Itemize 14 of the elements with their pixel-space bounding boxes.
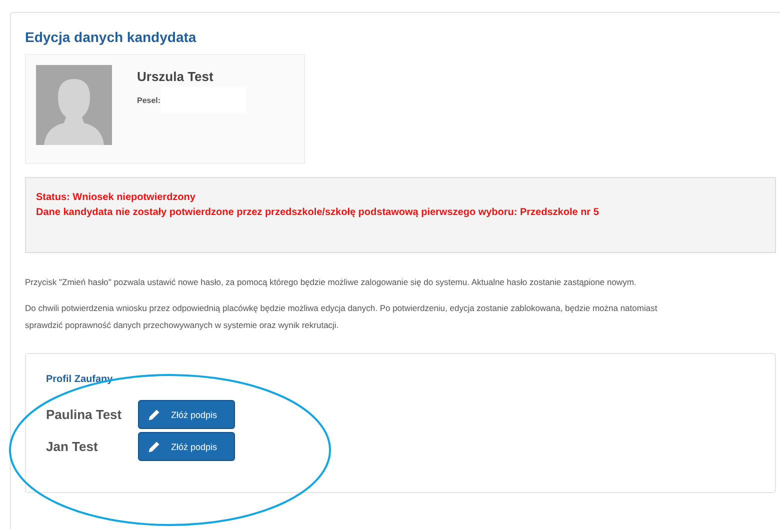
candidate-name: Urszula Test <box>137 69 214 84</box>
pencil-icon <box>147 408 161 422</box>
page-title: Edycja danych kandydata <box>25 29 198 45</box>
status-text: Status: Wniosek niepotwierdzony <box>36 191 196 205</box>
pesel-label: Pesel: <box>137 96 161 104</box>
signer-name: Paulina Test <box>46 407 123 422</box>
sign-button[interactable]: Złóż podpis <box>138 432 235 461</box>
status-message: Dane kandydata nie zostały potwierdzone przez przedszkole/szkołę podstawową pierwszego wyboru: Przedszkole nr 5 <box>36 206 600 220</box>
sign-button[interactable]: Złóż podpis <box>138 400 235 429</box>
info-paragraph: Do chwili potwierdzenia wniosku przez odpowiednią placówkę będzie możliwa edycja danych. Po potwierdzeniu, edycja zostanie zablokowana, będzie można natomiast sprawdzić poprawność danych przechowywanych w systemie oraz wynik rekrutacji. <box>25 302 658 332</box>
pencil-icon <box>147 440 161 454</box>
info-paragraph: Przycisk "Zmień hasło" pozwala ustawić nowe hasło, za pomocą którego będzie możliwe zalogowanie się do systemu. Aktualne hasło zostanie zastąpione nowym. <box>25 276 638 289</box>
signer-name: Jan Test <box>46 439 99 454</box>
avatar-icon <box>36 65 112 145</box>
